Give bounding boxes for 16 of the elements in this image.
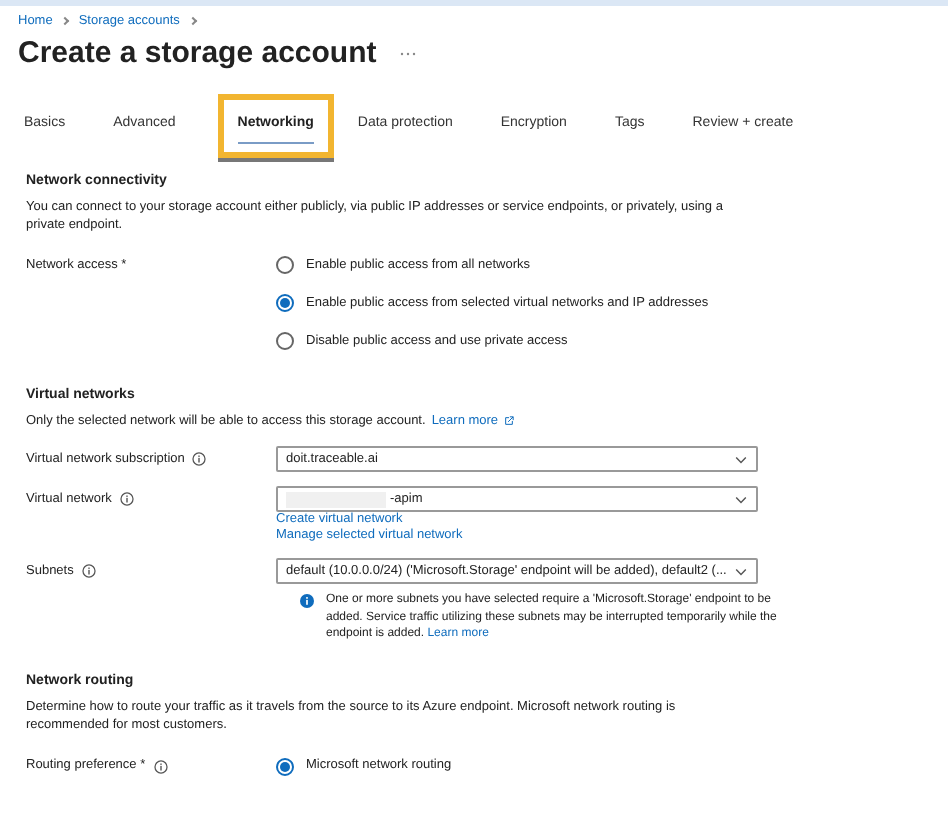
external-link-icon [504,416,515,426]
radio-button[interactable] [276,757,294,775]
chevron-down-icon [734,495,748,503]
chevron-down-icon [734,567,748,575]
info-icon[interactable] [153,759,168,773]
info-icon[interactable] [81,564,96,578]
radio-button[interactable] [276,294,294,312]
info-icon[interactable] [192,452,207,466]
info-icon [300,594,314,608]
chevron-down-icon [734,455,748,463]
radio-button[interactable] [276,256,294,274]
radio-button[interactable] [276,332,294,350]
chevron-right-icon [61,16,70,26]
info-icon[interactable] [119,492,134,506]
chevron-right-icon [188,16,198,26]
page-title: Create a storage account [18,34,377,74]
